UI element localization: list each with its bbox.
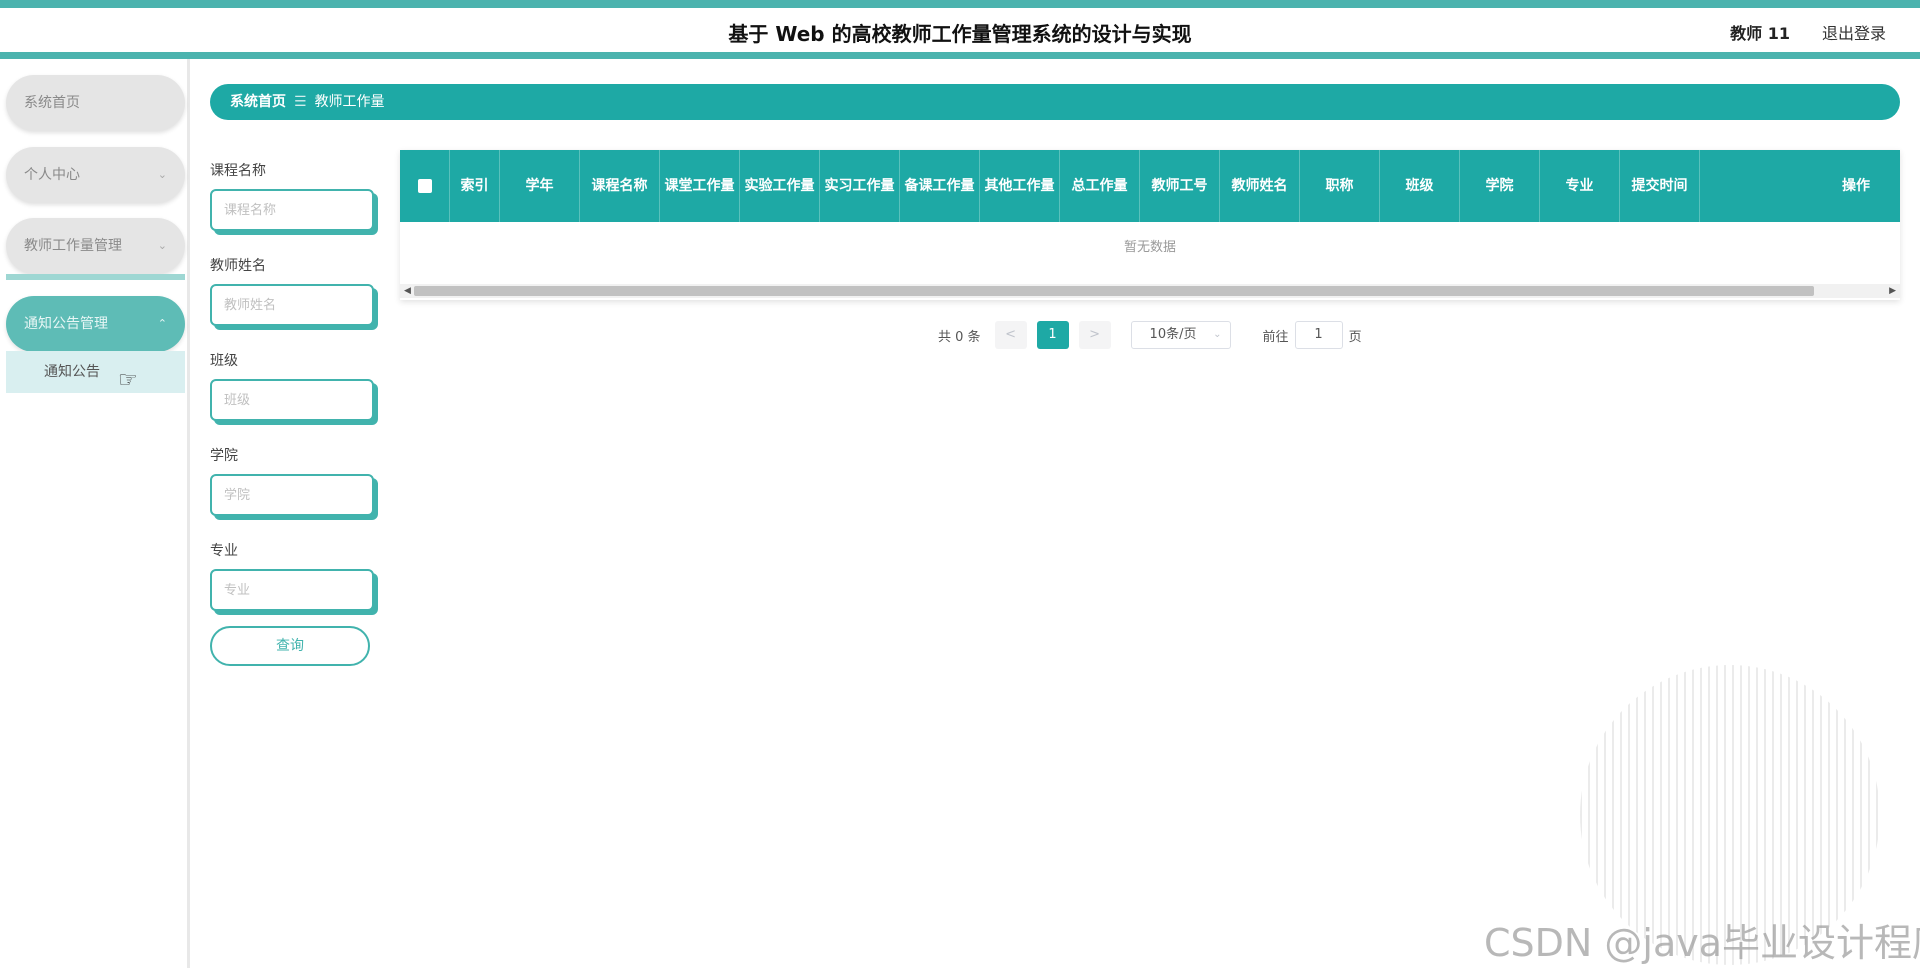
sidebar-item-personal-center[interactable]: 个人中心 ⌄ — [6, 147, 185, 203]
page-number-button[interactable]: 1 — [1036, 321, 1069, 349]
select-all-checkbox[interactable] — [400, 150, 450, 222]
college-label: 学院 — [210, 448, 238, 464]
horizontal-scrollbar[interactable]: ◀ ▶ — [400, 284, 1900, 298]
column-header[interactable]: 班级 — [1380, 150, 1460, 222]
major-label: 专业 — [210, 543, 238, 559]
column-header[interactable]: 实习工作量 — [820, 150, 900, 222]
logout-link[interactable]: 退出登录 — [1822, 20, 1886, 44]
sidebar-item-notice-management[interactable]: 通知公告管理 ⌃ — [6, 296, 185, 352]
pointer-cursor-icon: ☞ — [118, 368, 138, 393]
page-unit-label: 页 — [1348, 329, 1362, 345]
teacher-name-input[interactable] — [210, 284, 374, 326]
breadcrumb-separator-icon: ☰ — [294, 94, 307, 110]
scrollbar-thumb[interactable] — [414, 286, 1814, 296]
total-count: 共 0 条 — [938, 329, 981, 345]
column-header[interactable]: 备课工作量 — [900, 150, 980, 222]
class-input[interactable] — [210, 379, 374, 421]
pagination: 共 0 条 < 1 > 10条/页 ⌄ 前往 1 页 — [938, 320, 1362, 350]
goto-label: 前往 — [1262, 329, 1289, 345]
empty-message: 暂无数据 — [1123, 240, 1176, 255]
page-size-select[interactable]: 10条/页 ⌄ — [1130, 321, 1231, 349]
chevron-down-icon: ⌄ — [1213, 329, 1222, 340]
chevron-down-icon: ⌄ — [157, 239, 167, 252]
table-header: 索引 学年 课程名称 课堂工作量 实验工作量 实习工作量 备课工作量 其他工作量… — [400, 150, 1900, 222]
college-input[interactable] — [210, 474, 374, 516]
watermark: CSDN @java毕业设计程序 — [1484, 921, 1920, 965]
goto-page-input[interactable]: 1 — [1294, 321, 1343, 349]
column-header[interactable]: 操作 — [1700, 150, 1900, 222]
column-header[interactable]: 教师工号 — [1140, 150, 1220, 222]
sidebar: 系统首页 个人中心 ⌄ 教师工作量管理 ⌄ 通知公告管理 ⌃ 通知公告 — [0, 59, 190, 968]
breadcrumb-current: 教师工作量 — [314, 94, 385, 110]
chevron-up-icon: ⌃ — [157, 317, 167, 330]
column-header[interactable]: 职称 — [1300, 150, 1380, 222]
breadcrumb: 系统首页 ☰ 教师工作量 — [210, 84, 1900, 120]
next-page-button[interactable]: > — [1078, 321, 1111, 349]
sidebar-item-label: 个人中心 — [24, 167, 80, 183]
sidebar-item-label: 教师工作量管理 — [24, 238, 122, 254]
column-header[interactable]: 实验工作量 — [740, 150, 820, 222]
column-header[interactable]: 其他工作量 — [980, 150, 1060, 222]
query-button[interactable]: 查询 — [210, 626, 370, 666]
workload-table: 索引 学年 课程名称 课堂工作量 实验工作量 实习工作量 备课工作量 其他工作量… — [400, 150, 1900, 300]
column-header[interactable]: 课堂工作量 — [660, 150, 740, 222]
column-header[interactable]: 学院 — [1460, 150, 1540, 222]
column-header[interactable]: 课程名称 — [580, 150, 660, 222]
teacher-name-label: 教师姓名 — [210, 258, 266, 274]
column-header[interactable]: 索引 — [450, 150, 500, 222]
sidebar-item-label: 系统首页 — [24, 95, 80, 111]
sidebar-item-workload-management[interactable]: 教师工作量管理 ⌄ — [6, 218, 185, 274]
chevron-down-icon: ⌄ — [157, 168, 167, 181]
column-header[interactable]: 教师姓名 — [1220, 150, 1300, 222]
major-input[interactable] — [210, 569, 374, 611]
breadcrumb-home[interactable]: 系统首页 — [230, 94, 286, 110]
column-header[interactable]: 学年 — [500, 150, 580, 222]
header-accent-bar — [0, 52, 1920, 59]
class-label: 班级 — [210, 353, 238, 369]
course-name-input[interactable] — [210, 189, 374, 231]
page-title: 基于 Web 的高校教师工作量管理系统的设计与实现 — [728, 22, 1192, 46]
submenu-item-notice[interactable]: 通知公告 — [6, 351, 185, 393]
course-name-label: 课程名称 — [210, 163, 266, 179]
scroll-left-icon[interactable]: ◀ — [404, 284, 411, 298]
current-user: 教师 11 — [1730, 24, 1790, 43]
header-bar: 基于 Web 的高校教师工作量管理系统的设计与实现 教师 11 退出登录 — [0, 8, 1920, 52]
page-size-value: 10条/页 — [1149, 327, 1197, 342]
sidebar-item-home[interactable]: 系统首页 — [6, 75, 185, 131]
prev-page-button[interactable]: < — [994, 321, 1027, 349]
sidebar-item-label: 通知公告管理 — [24, 316, 108, 332]
menu-divider — [6, 274, 185, 280]
top-accent-bar — [0, 0, 1920, 8]
column-header[interactable]: 总工作量 — [1060, 150, 1140, 222]
column-header[interactable]: 专业 — [1540, 150, 1620, 222]
column-header[interactable]: 提交时间 — [1620, 150, 1700, 222]
scroll-right-icon[interactable]: ▶ — [1889, 284, 1896, 298]
